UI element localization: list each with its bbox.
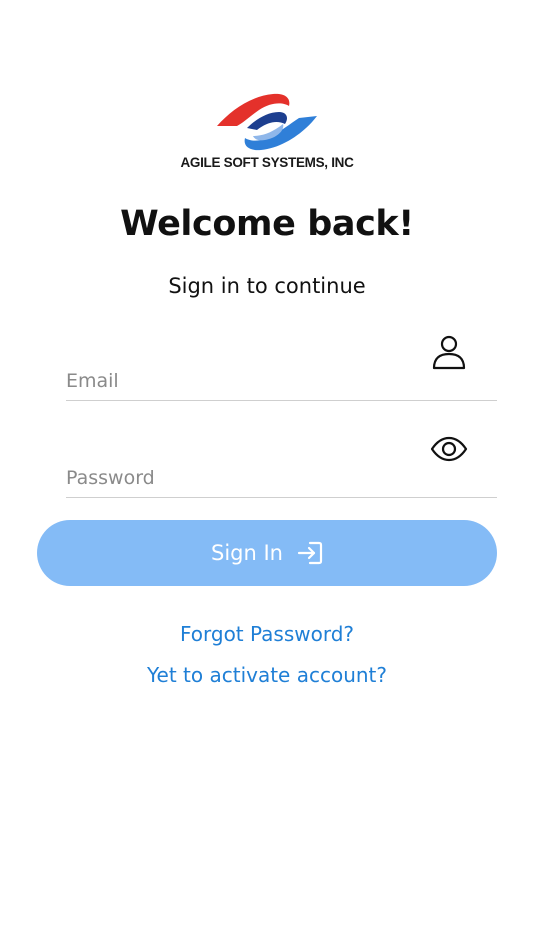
activate-account-link[interactable]: Yet to activate account?	[147, 663, 387, 687]
company-logo: AGILE SOFT SYSTEMS, INC	[0, 86, 534, 176]
password-field	[66, 436, 497, 498]
company-name: AGILE SOFT SYSTEMS, INC	[180, 155, 354, 170]
sign-in-arrow-icon	[297, 540, 323, 566]
password-input[interactable]	[66, 467, 406, 489]
sign-in-button[interactable]: Sign In	[37, 520, 497, 586]
eye-icon[interactable]	[429, 429, 469, 469]
activate-account-row: Yet to activate account?	[0, 663, 534, 687]
forgot-password-link[interactable]: Forgot Password?	[180, 622, 354, 646]
page-subtitle: Sign in to continue	[168, 274, 366, 298]
forgot-password-row: Forgot Password?	[0, 622, 534, 646]
email-input[interactable]	[66, 370, 406, 392]
user-icon	[429, 332, 469, 372]
agile-soft-logo-mark-icon	[217, 93, 317, 151]
sign-in-label: Sign In	[211, 541, 283, 565]
email-field	[66, 335, 497, 401]
page-title: Welcome back!	[120, 204, 414, 244]
